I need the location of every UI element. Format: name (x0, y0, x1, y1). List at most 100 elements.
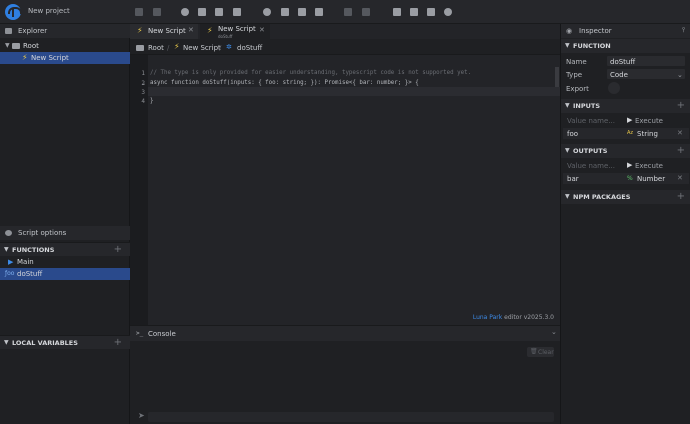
terminal-icon: >_ (136, 330, 144, 337)
value-name-placeholder[interactable]: Value name... (567, 162, 615, 170)
code-line: } (150, 98, 154, 104)
output-header-row: Value name... ▶ Execute (563, 160, 689, 171)
close-icon[interactable]: ✕ (259, 26, 265, 34)
explorer-title: Explorer (18, 27, 48, 35)
input-type: String (637, 130, 658, 138)
value-name-placeholder[interactable]: Value name... (567, 117, 615, 125)
add-function-icon[interactable]: + (114, 244, 122, 255)
npm-packages-title: NPM PACKAGES (573, 193, 631, 201)
build-hammer-icon[interactable] (344, 8, 352, 16)
chevron-down-icon[interactable]: ▼ (5, 42, 10, 49)
local-variables-header[interactable]: ▼ LOCAL VARIABLES + (0, 335, 130, 349)
image-icon[interactable] (215, 8, 223, 16)
app-logo-icon[interactable] (5, 4, 22, 20)
inputs-title: INPUTS (573, 102, 601, 110)
palette-icon[interactable] (181, 8, 189, 16)
export-toggle[interactable] (608, 82, 620, 94)
editor-scrollbar[interactable] (555, 67, 559, 87)
fold-chevron-icon[interactable]: ⌄ (141, 80, 146, 87)
send-icon[interactable]: ➤ (138, 411, 145, 420)
script-options-title: Script options (18, 229, 67, 237)
function-item-main[interactable]: ▶ Main (0, 256, 130, 268)
function-icon: ƒoo (5, 270, 15, 277)
database-icon[interactable] (315, 8, 323, 16)
chevron-down-icon[interactable]: ▼ (565, 42, 570, 49)
puzzle-icon[interactable] (410, 8, 418, 16)
tree-item-new-script[interactable]: ⚡ New Script (0, 52, 130, 64)
console-input[interactable] (148, 412, 554, 422)
execute-label[interactable]: Execute (635, 117, 663, 125)
export-label: Export (566, 85, 589, 93)
chevron-down-icon[interactable]: ▼ (565, 102, 570, 109)
output-row[interactable]: bar % Number ✕ (563, 173, 689, 184)
pin-icon[interactable]: ⫯ (682, 26, 685, 35)
function-name-input[interactable]: doStuff (607, 56, 685, 66)
add-package-icon[interactable]: + (677, 191, 685, 202)
add-variable-icon[interactable]: + (114, 337, 122, 348)
top-toolbar: New project (0, 0, 690, 24)
debug-icon[interactable] (362, 8, 370, 16)
output-type: Number (637, 175, 666, 183)
input-row[interactable]: foo Az String ✕ (563, 128, 689, 139)
folder-icon (12, 43, 20, 49)
script-bolt-icon: ⚡ (137, 26, 143, 35)
play-icon: ▶ (627, 116, 633, 124)
close-icon[interactable]: ✕ (677, 174, 683, 182)
inspector-panel: ◉ Inspector ⫯ ▼ FUNCTION Name doStuff Ty… (560, 24, 690, 424)
inputs-section-header[interactable]: ▼ INPUTS + (561, 99, 690, 113)
chevron-down-icon[interactable]: ▼ (4, 246, 9, 253)
tree-item-root[interactable]: ▼ Root (0, 40, 130, 52)
outputs-section-header[interactable]: ▼ OUTPUTS + (561, 144, 690, 158)
save-all-icon[interactable] (153, 8, 161, 16)
add-input-icon[interactable]: + (677, 100, 685, 111)
function-label: doStuff (17, 270, 43, 278)
chevron-down-icon[interactable]: ▼ (565, 193, 570, 200)
monitor-icon[interactable] (198, 8, 206, 16)
help-icon[interactable] (444, 8, 452, 16)
gear-icon[interactable] (263, 8, 271, 16)
execute-label[interactable]: Execute (635, 162, 663, 170)
functions-title: FUNCTIONS (12, 246, 55, 254)
function-section-header[interactable]: ▼ FUNCTION (561, 39, 690, 53)
input-name: foo (567, 130, 579, 138)
chevron-down-icon[interactable]: ⌄ (551, 328, 557, 336)
tools-icon[interactable] (393, 8, 401, 16)
brand-link[interactable]: Luna Park (473, 314, 502, 321)
tab-dostuff[interactable]: ⚡ New Script doStuff ✕ (200, 24, 270, 39)
editor-version: Luna Park editor v2025.3.0 (473, 314, 554, 321)
code-line: // The type is only provided for easier … (150, 70, 472, 76)
code-editor[interactable]: 1 // The type is only provided for easie… (130, 55, 560, 325)
type-label: Type (566, 71, 583, 79)
name-label: Name (566, 58, 587, 66)
breadcrumb-item-root[interactable]: Root (148, 44, 164, 52)
breadcrumb-item-function[interactable]: doStuff (237, 44, 262, 52)
play-icon: ▶ (627, 161, 633, 169)
add-output-icon[interactable]: + (677, 145, 685, 156)
settings-icon (5, 230, 12, 236)
breadcrumb-separator: / (219, 44, 222, 52)
panel-icon[interactable] (298, 8, 306, 16)
chart-icon[interactable] (233, 8, 241, 16)
project-name[interactable]: New project (28, 7, 70, 15)
npm-packages-header[interactable]: ▼ NPM PACKAGES + (561, 190, 690, 204)
function-type-select[interactable]: Code ⌄ (607, 69, 685, 79)
function-item-dostuff[interactable]: ƒoo doStuff (0, 268, 130, 280)
window-icon[interactable] (281, 8, 289, 16)
flag-icon[interactable] (427, 8, 435, 16)
breadcrumb-item-script[interactable]: New Script (183, 44, 221, 52)
close-icon[interactable]: ✕ (677, 129, 683, 137)
chevron-down-icon[interactable]: ▼ (4, 339, 9, 346)
line-number: 3 (141, 89, 145, 96)
save-icon[interactable] (135, 8, 143, 16)
breadcrumb-separator: / (167, 44, 170, 52)
version-text: editor v2025.3.0 (502, 314, 554, 321)
chevron-down-icon[interactable]: ▼ (565, 147, 570, 154)
tab-new-script[interactable]: ⚡ New Script ✕ (130, 24, 198, 39)
eye-icon: ◉ (566, 27, 573, 35)
outputs-title: OUTPUTS (573, 147, 608, 155)
play-icon: ▶ (8, 258, 14, 266)
clear-button[interactable]: 🗑 Clear (527, 347, 554, 357)
close-icon[interactable]: ✕ (188, 26, 194, 34)
gear-icon: ✲ (226, 43, 232, 51)
functions-section-header[interactable]: ▼ FUNCTIONS + (0, 242, 130, 256)
